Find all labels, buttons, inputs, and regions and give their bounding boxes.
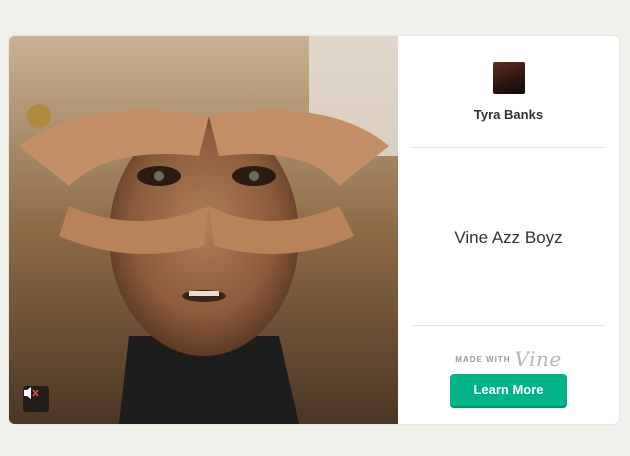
divider-bottom — [412, 325, 605, 326]
author-avatar[interactable] — [493, 62, 525, 94]
vine-embed-card: Tyra Banks Vine Azz Boyz MADE WITH Vine … — [9, 36, 619, 424]
video-frame — [9, 36, 398, 424]
video-player[interactable] — [9, 36, 398, 424]
vine-logo-icon: Vine — [514, 347, 562, 371]
made-with-label: MADE WITH — [455, 354, 511, 364]
info-panel: Tyra Banks Vine Azz Boyz MADE WITH Vine … — [398, 36, 619, 424]
author-name[interactable]: Tyra Banks — [398, 107, 619, 122]
post-caption: Vine Azz Boyz — [454, 228, 563, 247]
speaker-muted-icon — [24, 387, 39, 399]
mute-button[interactable] — [23, 386, 49, 412]
learn-more-button[interactable]: Learn More — [450, 374, 567, 406]
divider-top — [412, 147, 605, 148]
made-with-vine[interactable]: MADE WITH Vine — [398, 347, 619, 371]
